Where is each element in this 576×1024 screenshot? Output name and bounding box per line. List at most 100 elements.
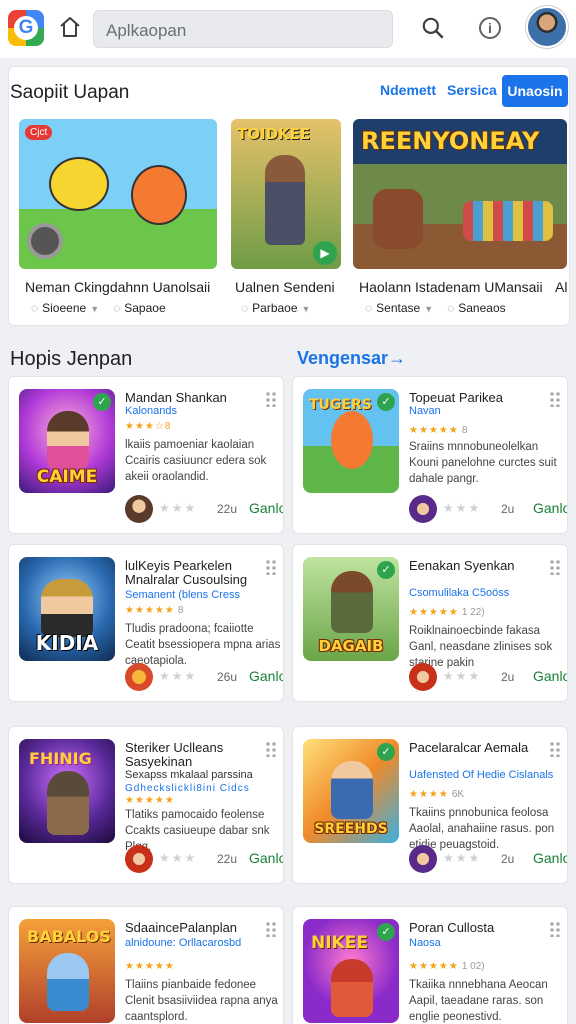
- app-rating: ★★★★★ 1 22): [409, 607, 485, 618]
- app-developer[interactable]: Uafensted Of Hedie Cislanals: [409, 769, 559, 781]
- app-description: Sraiins mnnobuneolelkan Kouni panelohne …: [409, 441, 557, 485]
- more-options-icon[interactable]: [265, 741, 277, 757]
- thumbnail-label: BABALOS: [27, 927, 111, 946]
- character: [331, 761, 373, 819]
- featured-card-meta: ◌ Sentase ▼ ◌ Saneaos: [365, 301, 506, 315]
- app-card[interactable]: ✓ SREEHDS Pacelaralcar Aemala Uafensted …: [292, 726, 568, 884]
- featured-image: Cjct: [19, 119, 217, 269]
- app-developer[interactable]: Semanent (blens Cress: [125, 589, 275, 601]
- character: [47, 953, 89, 1011]
- app-thumbnail: ✓ CAIME: [19, 389, 115, 493]
- more-options-icon[interactable]: [265, 391, 277, 407]
- star-icons: ★★★: [443, 851, 482, 865]
- app-developer[interactable]: Kalonands: [125, 405, 275, 417]
- get-button[interactable]: Ganlo: [533, 500, 567, 516]
- app-rating: ★★★☆8: [125, 421, 174, 432]
- character: [47, 771, 89, 835]
- character: [331, 959, 373, 1017]
- featured-image: TOIDKEE ▶: [231, 119, 341, 269]
- logo-letter: G: [14, 16, 38, 40]
- home-icon[interactable]: [58, 15, 82, 39]
- app-description: lkaiis pamoeniar kaolaian Ccairis casiuu…: [125, 439, 267, 483]
- app-developer[interactable]: Csomulilaka C5oöss: [409, 587, 559, 599]
- app-card[interactable]: BABALOS SdaaincePalanplan alnidoune: Orl…: [8, 906, 284, 1024]
- developer-avatar: [125, 663, 153, 691]
- see-more-link[interactable]: Vengensar→: [297, 348, 406, 369]
- more-options-icon[interactable]: [549, 391, 561, 407]
- tab-ndemett[interactable]: Ndemett: [380, 82, 436, 98]
- app-rating: ★★★★★: [125, 961, 175, 972]
- app-name: lulKeyis Pearkelen Mnalralar Cusoulsing: [125, 558, 248, 587]
- rating-stars: ★★★★★: [409, 607, 459, 618]
- character: [47, 411, 89, 469]
- app-rating-stars: ★★★★★: [125, 795, 175, 806]
- character: [41, 579, 93, 637]
- app-size: 22u: [217, 852, 238, 866]
- meta-category: Saneaos: [458, 301, 506, 315]
- get-button[interactable]: Ganlo: [533, 668, 567, 684]
- app-name: Pacelaralcar Aemala: [409, 740, 529, 755]
- rating-stars: ★★★★★: [409, 425, 459, 436]
- more-options-icon[interactable]: [549, 559, 561, 575]
- app-size: 26u: [217, 670, 238, 684]
- app-logo[interactable]: G: [8, 10, 44, 46]
- featured-panel: Saopiit Uapan Ndemett Sersica Unaosin Cj…: [8, 66, 570, 326]
- more-options-icon[interactable]: [265, 559, 277, 575]
- get-button[interactable]: Ganlo: [249, 668, 283, 684]
- verified-icon: ✓: [377, 561, 395, 579]
- play-icon: ▶: [313, 241, 337, 265]
- info-icon[interactable]: i: [479, 17, 501, 39]
- app-name: Topeuat Parikea: [409, 390, 503, 405]
- app-card[interactable]: FHINIG Steriker Uclleans Sasyekinan Sexa…: [8, 726, 284, 884]
- developer-avatar: [125, 845, 153, 873]
- app-size: 2u: [501, 852, 515, 866]
- rating-extra: 1 02): [461, 961, 485, 972]
- app-rating: ★★★★★ 1 02): [409, 961, 485, 972]
- app-footer: ★★★ 26u Ganlo: [125, 663, 283, 691]
- featured-card-meta: ◌ Sioeene ▼ ◌ Sapaoe: [31, 301, 166, 315]
- character: [331, 411, 373, 469]
- developer-avatar: [409, 845, 437, 873]
- app-card[interactable]: ✓ CAIME Mandan Shankan Kalonands ★★★☆8 l…: [8, 376, 284, 534]
- more-options-icon[interactable]: [549, 741, 561, 757]
- app-card[interactable]: ✓ DAGAIB Eenakan Syenkan Csomulilaka C5o…: [292, 544, 568, 702]
- character-yellow: [49, 157, 109, 211]
- app-thumbnail: ✓ NIKEE: [303, 919, 399, 1023]
- app-card[interactable]: ✓ TUGERS Topeuat Parikea Navan ★★★★★ 8 Sr…: [292, 376, 568, 534]
- character-fox: [131, 165, 187, 225]
- app-developer[interactable]: alnidoune: Orllacarosbd: [125, 937, 275, 949]
- app-card[interactable]: KIDIA lulKeyis Pearkelen Mnalralar Cusou…: [8, 544, 284, 702]
- featured-card-title: Al: [555, 279, 568, 295]
- rating-stars: ★★★★: [409, 789, 449, 800]
- star-icons: ★★★: [159, 669, 198, 683]
- thumbnail-label: SREEHDS: [314, 821, 388, 837]
- top-bar: G Aplkaopan i: [0, 0, 576, 58]
- tab-unaosin[interactable]: Unaosin: [502, 75, 568, 107]
- get-button[interactable]: Ganlo: [533, 850, 567, 866]
- app-size: 2u: [501, 502, 515, 516]
- get-button[interactable]: Ganlo: [249, 850, 283, 866]
- app-rating: Gdheckslickli8ini Cidcs: [125, 783, 250, 794]
- thumbnail-label: FHINIG: [29, 749, 92, 768]
- more-options-icon[interactable]: [549, 921, 561, 937]
- app-developer[interactable]: Navan: [409, 405, 559, 417]
- verified-icon: ✓: [377, 923, 395, 941]
- app-description: Tkaiika nnnebhana Aeocan Aapil, taeadane…: [409, 979, 548, 1023]
- verified-icon: ✓: [377, 743, 395, 761]
- rating-stars: ★★★☆8: [125, 421, 172, 432]
- get-button[interactable]: Ganlo: [249, 500, 283, 516]
- app-name: Eenakan Syenkan: [409, 558, 515, 573]
- app-developer[interactable]: Naosa: [409, 937, 559, 949]
- app-size: 22u: [217, 502, 238, 516]
- more-options-icon[interactable]: [265, 921, 277, 937]
- app-card[interactable]: ✓ NIKEE Poran Cullosta Naosa ★★★★★ 1 02) …: [292, 906, 568, 1024]
- avatar[interactable]: [526, 6, 568, 48]
- rating-stars: ★★★★★: [125, 961, 175, 972]
- app-developer[interactable]: Sexapss mkalaal parssina: [125, 769, 275, 781]
- search-placeholder: Aplkaopan: [106, 21, 187, 40]
- search-icon[interactable]: [420, 15, 446, 41]
- rating-extra: 8: [461, 425, 468, 436]
- tab-sersica[interactable]: Sersica: [447, 82, 497, 98]
- app-thumbnail: ✓ SREEHDS: [303, 739, 399, 843]
- search-input[interactable]: Aplkaopan: [93, 10, 393, 48]
